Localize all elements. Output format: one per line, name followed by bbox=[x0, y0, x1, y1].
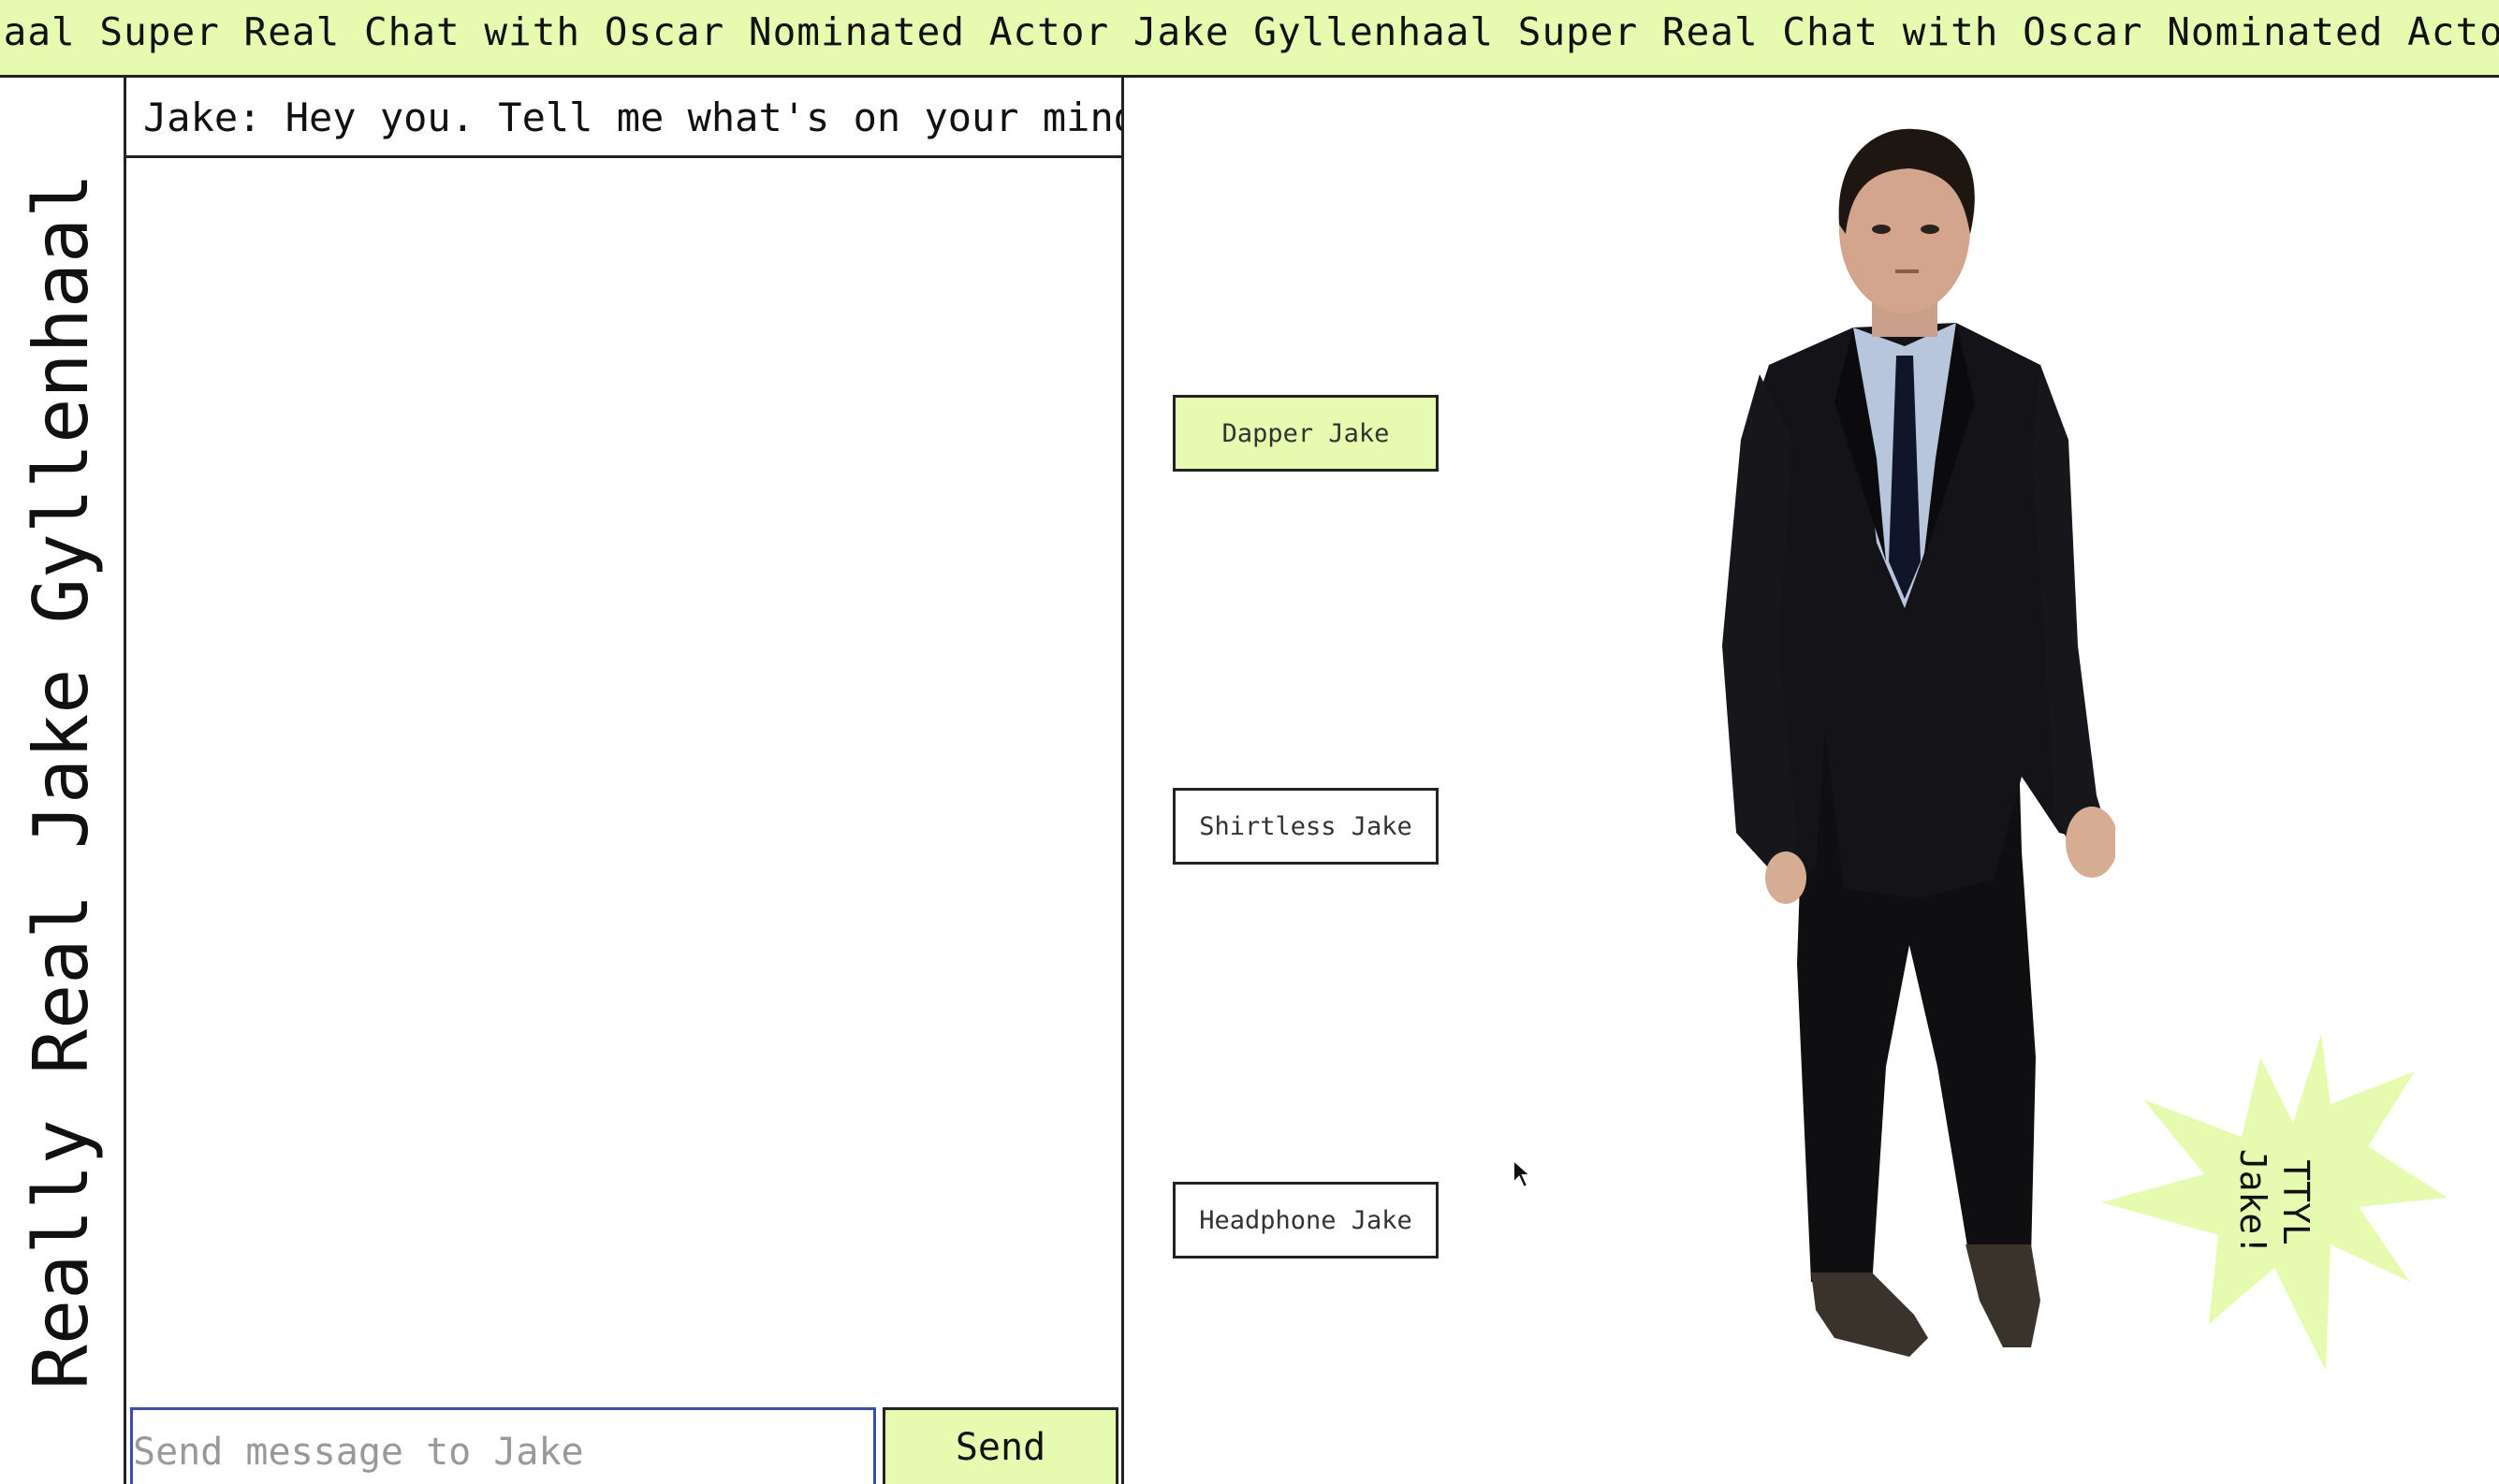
send-button[interactable]: Send bbox=[883, 1407, 1118, 1484]
message-input[interactable] bbox=[130, 1407, 876, 1484]
title-marquee: haal Super Real Chat with Oscar Nominate… bbox=[0, 0, 2499, 78]
ttyl-starburst[interactable]: TTYL Jake! bbox=[2101, 1034, 2448, 1371]
headphone-jake-button[interactable]: Headphone Jake bbox=[1173, 1182, 1439, 1258]
vertical-title: Really Real Jake Gyllenhaal bbox=[18, 172, 105, 1389]
ttyl-label: TTYL Jake! bbox=[2232, 1148, 2316, 1257]
shirtless-jake-button[interactable]: Shirtless Jake bbox=[1173, 788, 1439, 865]
dapper-jake-button[interactable]: Dapper Jake bbox=[1173, 395, 1439, 472]
mouse-cursor-icon bbox=[1513, 1158, 1532, 1189]
jake-photo bbox=[1722, 128, 2115, 1357]
vertical-title-panel: Really Real Jake Gyllenhaal bbox=[0, 78, 126, 1484]
chat-panel: Jake: Hey you. Tell me what's on your mi… bbox=[126, 78, 1124, 1484]
chat-message: Jake: Hey you. Tell me what's on your mi… bbox=[126, 78, 1121, 158]
marquee-text: haal Super Real Chat with Oscar Nominate… bbox=[0, 9, 2499, 54]
